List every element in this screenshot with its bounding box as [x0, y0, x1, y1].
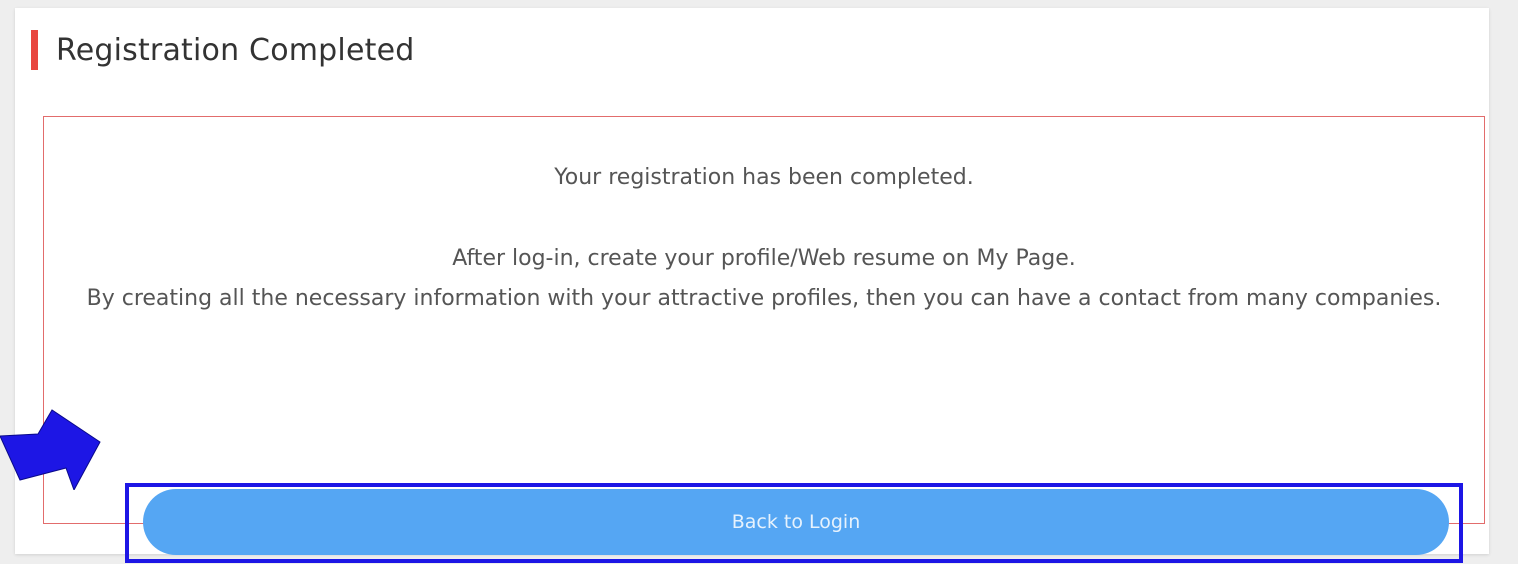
page-title: Registration Completed: [56, 32, 415, 68]
next-steps-message: After log-in, create your profile/Web re…: [452, 246, 1076, 271]
back-to-login-button[interactable]: Back to Login: [143, 489, 1449, 555]
page-header: Registration Completed: [31, 30, 414, 70]
profile-hint-message: By creating all the necessary informatio…: [86, 286, 1442, 311]
arrow-right-icon: [0, 409, 101, 490]
message-panel: Your registration has been completed. Af…: [43, 116, 1485, 563]
completion-message: Your registration has been completed.: [554, 165, 974, 190]
registration-card: Registration Completed Your registration…: [15, 8, 1489, 563]
title-accent-bar: [31, 30, 38, 70]
